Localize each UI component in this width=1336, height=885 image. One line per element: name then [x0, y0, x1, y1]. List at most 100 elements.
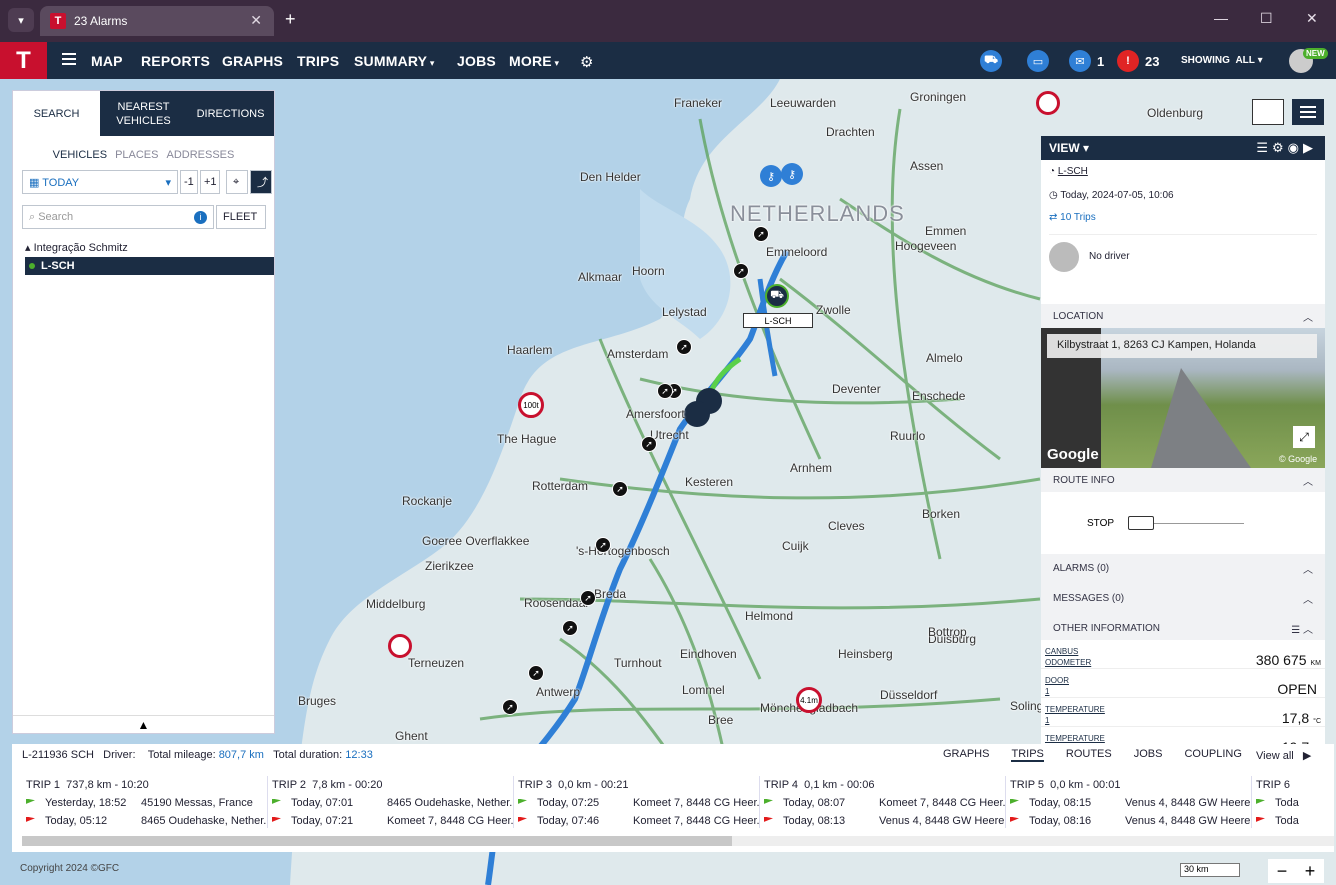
trip-end-time: Today, 08:16 — [1029, 815, 1092, 827]
tree-vehicle-item[interactable]: L-SCH — [25, 257, 274, 275]
map-place-label: Cleves — [828, 519, 865, 533]
tab-routes[interactable]: ROUTES — [1066, 748, 1112, 762]
trip-card[interactable]: TRIP 1 737,8 km - 10:20 Yesterday, 18:52 4… — [22, 776, 268, 828]
subtab-places[interactable]: PLACES — [115, 149, 158, 161]
browser-tab[interactable]: T 23 Alarms ✕ — [40, 6, 274, 36]
nav-more[interactable]: MORE ▾ — [509, 53, 559, 69]
route-info-header[interactable]: ROUTE INFO ︿ — [1041, 468, 1325, 492]
speed-limit-icon: 100t — [518, 392, 544, 418]
maximize-icon[interactable]: ☐ — [1260, 10, 1273, 27]
route-mode-icon[interactable]: ⤴ — [250, 170, 272, 194]
trip-start-row: Today, 07:01 8465 Oudehaske, Nether... — [272, 794, 513, 812]
search-input[interactable]: Search — [38, 211, 73, 223]
tab-search[interactable]: SEARCH — [13, 91, 100, 136]
other-info-label[interactable]: TEMPERATURE 1 — [1045, 704, 1105, 726]
nav-reports[interactable]: REPORTS — [141, 53, 210, 69]
zoom-out-button[interactable]: − — [1277, 861, 1288, 882]
tab-coupling[interactable]: COUPLING — [1184, 748, 1241, 762]
favicon-icon: T — [50, 13, 66, 29]
trip-header: TRIP 2 7,8 km - 00:20 — [272, 776, 513, 794]
location-pin-icon[interactable]: ⌖ — [226, 170, 248, 194]
map-place-label: Amsterdam — [607, 347, 669, 361]
settings-gear-icon[interactable]: ⚙ — [580, 53, 594, 71]
fleet-button[interactable]: FLEET — [216, 205, 266, 229]
map-place-label: Bree — [708, 713, 734, 727]
other-info-header[interactable]: OTHER INFORMATION ☰ ︿ — [1041, 616, 1325, 640]
messages-indicator[interactable]: ✉ 1 — [1069, 50, 1104, 72]
tab-graphs[interactable]: GRAPHS — [943, 748, 989, 762]
date-select[interactable]: ▦ TODAY ▾ — [22, 170, 178, 194]
trip-end-row: Today, 08:13 Venus 4, 8448 GW Heere... — [764, 812, 1005, 828]
new-tab-button[interactable]: + — [285, 9, 296, 30]
collapse-panel-icon[interactable]: ▲ — [13, 715, 274, 733]
subtab-addresses[interactable]: ADDRESSES — [166, 149, 234, 161]
gear-icon[interactable]: ⚙ — [1272, 140, 1288, 155]
map-place-label: Antwerp — [536, 685, 581, 699]
alarms-section-header[interactable]: ALARMS (0) ︿ — [1041, 556, 1325, 580]
location-section-header[interactable]: LOCATION ︿ — [1041, 304, 1325, 328]
vehicle-marker-icon[interactable]: ⛟ — [765, 284, 789, 308]
nav-trips[interactable]: TRIPS — [297, 53, 339, 69]
tab-jobs[interactable]: JOBS — [1134, 748, 1163, 762]
alarms-indicator[interactable]: ! 23 — [1117, 50, 1159, 72]
list-icon[interactable]: ☰ — [1256, 140, 1272, 155]
tv-shortcut[interactable]: ▭ — [1027, 50, 1049, 72]
next-day-button[interactable]: +1 — [200, 170, 220, 194]
messages-section-header[interactable]: MESSAGES (0) ︿ — [1041, 586, 1325, 610]
tab-directions[interactable]: DIRECTIONS — [187, 91, 274, 136]
close-window-icon[interactable]: ✕ — [1306, 10, 1318, 27]
trips-link[interactable]: ⇄ 10 Trips — [1049, 212, 1317, 234]
list-icon[interactable]: ☰ — [1291, 625, 1303, 636]
map-place-label: Kesteren — [685, 475, 734, 489]
reports-shortcut[interactable]: ⛟ — [980, 50, 1002, 72]
tab-list-button[interactable]: ▾ — [8, 8, 34, 32]
play-icon[interactable]: ▶ — [1303, 140, 1317, 155]
trip-start-row: Toda — [1256, 794, 1334, 812]
key-marker-icon[interactable]: ⚷ — [781, 163, 803, 185]
tab-trips[interactable]: TRIPS — [1011, 748, 1044, 762]
trip-card[interactable]: TRIP 2 7,8 km - 00:20 Today, 07:01 8465 Ou… — [268, 776, 514, 828]
poi-fuel-icon[interactable] — [388, 634, 412, 658]
trip-card[interactable]: TRIP 6 Toda Toda — [1252, 776, 1334, 828]
other-info-label[interactable]: CANBUS ODOMETER — [1045, 646, 1091, 668]
nav-jobs[interactable]: JOBS — [457, 53, 496, 69]
truck-view-toggle-icon[interactable] — [1252, 99, 1284, 125]
nav-summary[interactable]: SUMMARY ▾ — [354, 53, 435, 69]
showing-filter[interactable]: SHOWING ALL ▾ — [1181, 55, 1263, 66]
view-all-link[interactable]: View all ▶ — [1256, 749, 1311, 762]
vehicle-map-label[interactable]: L-SCH — [743, 313, 813, 328]
close-tab-icon[interactable]: ✕ — [250, 12, 262, 29]
view-header: VIEW ▾ ☰⚙◉▶ — [1041, 136, 1325, 160]
nav-map[interactable]: MAP — [91, 53, 123, 69]
direction-arrow-icon: ➚ — [580, 590, 596, 606]
app-logo[interactable]: T — [0, 42, 47, 79]
map-place-label: Heinsberg — [838, 647, 893, 661]
prev-day-button[interactable]: -1 — [180, 170, 198, 194]
info-icon[interactable]: i — [194, 210, 207, 224]
trips-scrollbar[interactable] — [22, 836, 1334, 846]
other-info-label[interactable]: DOOR 1 — [1045, 675, 1069, 697]
target-icon[interactable]: ◉ — [1288, 140, 1303, 155]
street-view-image[interactable]: Kilbystraat 1, 8263 CJ Kampen, Holanda ⤢… — [1041, 328, 1325, 468]
chevron-up-icon: ︿ — [1303, 594, 1313, 606]
fullscreen-icon[interactable]: ⤢ — [1293, 426, 1315, 448]
trip-card[interactable]: TRIP 4 0,1 km - 00:06 Today, 08:07 Komeet … — [760, 776, 1006, 828]
zoom-in-button[interactable]: + — [1305, 861, 1316, 882]
vehicle-search-box[interactable]: ⌕ Search i — [22, 205, 214, 229]
subtab-vehicles[interactable]: VEHICLES — [53, 149, 107, 161]
menu-icon[interactable] — [62, 53, 76, 65]
key-marker-icon[interactable]: ⚷ — [760, 165, 782, 187]
tree-group[interactable]: ▴ Integração Schmitz — [13, 241, 274, 257]
start-flag-icon — [1010, 798, 1019, 804]
poi-fuel-icon[interactable] — [1036, 91, 1060, 115]
tab-nearest-vehicles[interactable]: NEAREST VEHICLES — [100, 91, 187, 136]
trip-card[interactable]: TRIP 5 0,0 km - 00:01 Today, 08:15 Venus 4… — [1006, 776, 1252, 828]
stop-marker[interactable] — [684, 401, 710, 427]
view-dropdown[interactable]: VIEW ▾ — [1049, 141, 1089, 155]
layers-menu-icon[interactable] — [1292, 99, 1324, 125]
nav-graphs[interactable]: GRAPHS — [222, 53, 283, 69]
minimize-icon[interactable]: — — [1214, 10, 1228, 26]
trip-card[interactable]: TRIP 3 0,0 km - 00:21 Today, 07:25 Komeet … — [514, 776, 760, 828]
scrollbar-thumb[interactable] — [22, 836, 732, 846]
vehicle-link[interactable]: ◔ L-SCH — [1049, 166, 1317, 186]
